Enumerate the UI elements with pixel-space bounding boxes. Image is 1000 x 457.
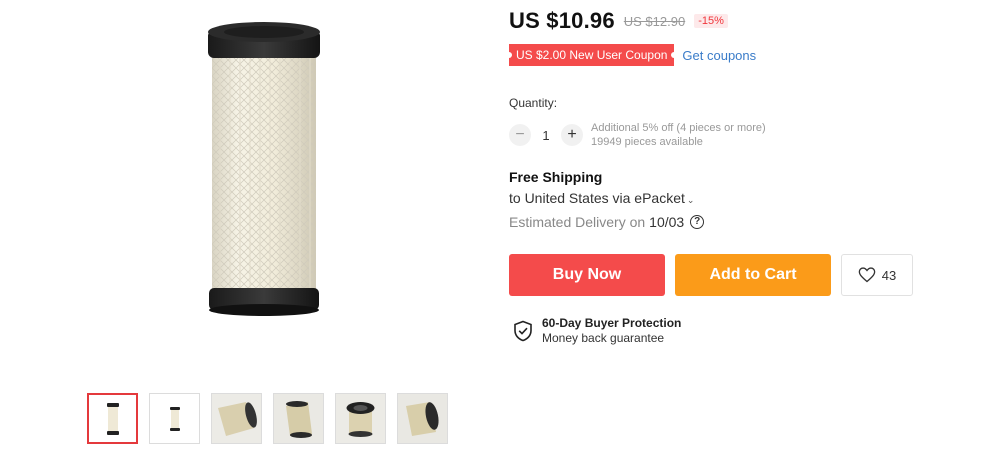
delivery-label: Estimated Delivery on <box>509 214 646 230</box>
current-price: US $10.96 <box>509 8 615 33</box>
chevron-down-icon: ⌄ <box>686 195 695 205</box>
plus-icon: + <box>567 126 577 143</box>
wishlist-button[interactable]: 43 <box>841 254 913 296</box>
bulk-discount-note: Additional 5% off (4 pieces or more) <box>591 122 766 134</box>
wishlist-count: 43 <box>881 267 897 283</box>
quantity-label: Quantity: <box>509 96 558 110</box>
quantity-stepper: − 1 + Additional 5% off (4 pieces or mor… <box>509 121 766 149</box>
get-coupons-link[interactable]: Get coupons <box>682 48 756 63</box>
delivery-date: 10/03 <box>649 214 685 230</box>
price-row: US $10.96 US $12.90 -15% <box>509 8 728 34</box>
air-filter-lying-thumb <box>398 394 447 443</box>
air-filter-angled-thumb <box>274 394 323 443</box>
new-user-coupon[interactable]: US $2.00 New User Coupon <box>505 44 678 66</box>
thumbnail-strip <box>87 393 448 444</box>
buyer-protection: 60-Day Buyer Protection Money back guara… <box>513 316 681 346</box>
air-filter-image <box>208 22 320 316</box>
coupon-row: US $2.00 New User Coupon Get coupons <box>505 44 756 66</box>
air-filter-small-thumb <box>169 406 180 431</box>
buyer-protection-title: 60-Day Buyer Protection <box>542 316 682 330</box>
stock-available: 19949 pieces available <box>591 136 703 148</box>
air-filter-side-thumb <box>212 394 261 443</box>
purchase-actions: Buy Now Add to Cart 43 <box>509 254 913 296</box>
buyer-protection-subtitle: Money back guarantee <box>542 331 665 345</box>
estimated-delivery: Estimated Delivery on 10/03 ? <box>509 214 705 230</box>
quantity-increase-button[interactable]: + <box>561 124 583 146</box>
thumbnail-1[interactable] <box>87 393 138 444</box>
quantity-decrease-button[interactable]: − <box>509 124 531 146</box>
product-main-image[interactable] <box>120 0 410 370</box>
shipping-destination-text: to United States via ePacket <box>509 190 685 206</box>
thumbnail-5[interactable] <box>335 393 386 444</box>
add-to-cart-button[interactable]: Add to Cart <box>675 254 831 296</box>
thumbnail-2[interactable] <box>149 393 200 444</box>
thumbnail-3[interactable] <box>211 393 262 444</box>
heart-icon <box>858 267 876 283</box>
shield-check-icon <box>514 320 532 342</box>
buy-now-button[interactable]: Buy Now <box>509 254 665 296</box>
thumbnail-4[interactable] <box>273 393 324 444</box>
quantity-note: Additional 5% off (4 pieces or more) 199… <box>591 121 766 149</box>
air-filter-front-thumb <box>106 402 119 435</box>
shipping-destination[interactable]: to United States via ePacket ⌄ <box>509 190 694 206</box>
question-icon[interactable]: ? <box>690 215 705 229</box>
shipping-title: Free Shipping <box>509 169 603 185</box>
quantity-value[interactable]: 1 <box>531 128 561 143</box>
original-price: US $12.90 <box>623 13 686 29</box>
buyer-protection-text: 60-Day Buyer Protection Money back guara… <box>542 316 681 346</box>
discount-badge: -15% <box>694 14 728 28</box>
minus-icon: − <box>515 126 525 143</box>
air-filter-top-thumb <box>336 394 385 443</box>
thumbnail-6[interactable] <box>397 393 448 444</box>
